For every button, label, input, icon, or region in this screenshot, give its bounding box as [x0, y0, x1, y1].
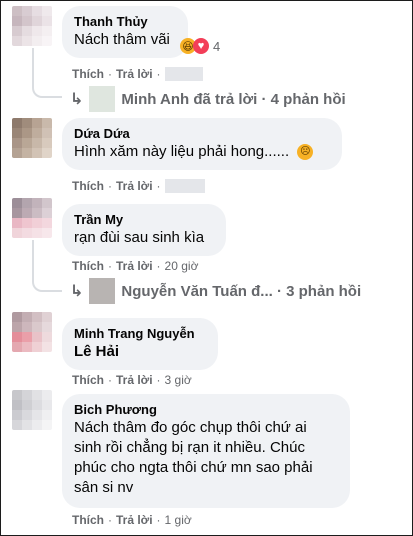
like-button[interactable]: Thích: [72, 513, 104, 527]
reply-summary-text[interactable]: Minh Anh đã trả lời · 4 phản hồi: [121, 91, 345, 108]
blurred-timestamp: [164, 67, 203, 81]
comment-text: Hình xăm này liệu phải hong...... ☹: [74, 142, 330, 162]
reply-summary-text[interactable]: Nguyễn Văn Tuấn đ... · 3 phản hồi: [121, 283, 361, 300]
separator: ·: [156, 179, 161, 193]
comment-timestamp[interactable]: 20 giờ: [165, 259, 199, 273]
comment-author[interactable]: Dứa Dứa: [74, 126, 330, 142]
blurred-timestamp: [164, 179, 205, 193]
separator: ·: [156, 67, 161, 81]
reply-button[interactable]: Trả lời: [116, 179, 153, 193]
sad-emoji-icon: ☹: [297, 144, 314, 161]
reply-button[interactable]: Trả lời: [116, 259, 153, 273]
love-reaction-icon: ♥: [193, 38, 209, 54]
comment-bubble: Minh Trang Nguyễn Lê Hải: [62, 318, 218, 370]
comment-timestamp[interactable]: 3 giờ: [165, 373, 192, 387]
separator: ·: [108, 513, 112, 527]
reply-arrow-icon: ↳: [70, 91, 84, 108]
separator: ·: [108, 179, 112, 193]
comment-bubble: Bich Phương Nách thâm đo góc chụp thôi c…: [62, 394, 350, 508]
comment-text: rạn đùi sau sinh kìa: [74, 229, 205, 246]
avatar[interactable]: [12, 390, 52, 430]
like-button[interactable]: Thích: [72, 179, 104, 193]
avatar[interactable]: [12, 198, 52, 238]
comment-author[interactable]: Bich Phương: [74, 402, 338, 418]
comment-actions: Thích · Trả lời ·: [72, 178, 205, 194]
like-button[interactable]: Thích: [72, 67, 104, 81]
like-button[interactable]: Thích: [72, 373, 104, 387]
thread-connector: [32, 240, 62, 292]
reply-avatar: [89, 278, 116, 304]
comment-author[interactable]: Thanh Thủy: [74, 14, 176, 30]
like-button[interactable]: Thích: [72, 259, 104, 273]
comment-text-line: sân si nv: [74, 479, 134, 496]
separator: ·: [156, 373, 161, 387]
reply-button[interactable]: Trả lời: [116, 513, 153, 527]
comment-text-body: Hình xăm này liệu phải hong......: [74, 143, 290, 160]
comment-bubble: Thanh Thủy Nách thâm vãi: [62, 6, 188, 58]
reply-avatar: [89, 86, 116, 112]
separator: ·: [108, 67, 112, 81]
thread-connector: [32, 48, 62, 98]
separator: ·: [108, 373, 112, 387]
view-replies-link[interactable]: ↳ Nguyễn Văn Tuấn đ... · 3 phản hồi: [70, 278, 361, 304]
comment-text-line: Nách thâm đo góc chụp thôi chứ ai: [74, 419, 307, 436]
tagged-user-link[interactable]: Lê Hải: [74, 342, 206, 362]
comment-text-line: sinh rồi chẳng bị rạn it nhiều. Chúc: [74, 439, 305, 456]
comment-actions: Thích · Trả lời · 3 giờ: [72, 372, 192, 388]
comment-author[interactable]: Trần My: [74, 212, 214, 228]
comment-bubble: Dứa Dứa Hình xăm này liệu phải hong.....…: [62, 118, 342, 170]
comment-bubble: Trần My rạn đùi sau sinh kìa: [62, 204, 226, 256]
comment-text: Nách thâm vãi: [74, 31, 170, 48]
separator: ·: [156, 259, 161, 273]
reply-button[interactable]: Trả lời: [116, 67, 153, 81]
reply-button[interactable]: Trả lời: [116, 373, 153, 387]
avatar[interactable]: [12, 312, 52, 352]
separator: ·: [156, 513, 161, 527]
reaction-count: 4: [213, 38, 221, 54]
separator: ·: [108, 259, 112, 273]
comment-actions: Thích · Trả lời · 1 giờ: [72, 512, 192, 528]
comment-actions: Thích · Trả lời · 20 giờ: [72, 258, 198, 274]
reply-arrow-icon: ↳: [70, 283, 84, 300]
avatar[interactable]: [12, 118, 52, 158]
reaction-summary[interactable]: 😆 ♥ 4: [180, 38, 220, 54]
comment-actions: Thích · Trả lời ·: [72, 66, 203, 82]
avatar[interactable]: [12, 6, 52, 46]
comment-author[interactable]: Minh Trang Nguyễn: [74, 326, 206, 342]
view-replies-link[interactable]: ↳ Minh Anh đã trả lời · 4 phản hồi: [70, 86, 346, 112]
comment-timestamp[interactable]: 1 giờ: [165, 513, 192, 527]
comment-text-line: phúc cho ngta thôi chứ mn sao phải: [74, 459, 313, 476]
